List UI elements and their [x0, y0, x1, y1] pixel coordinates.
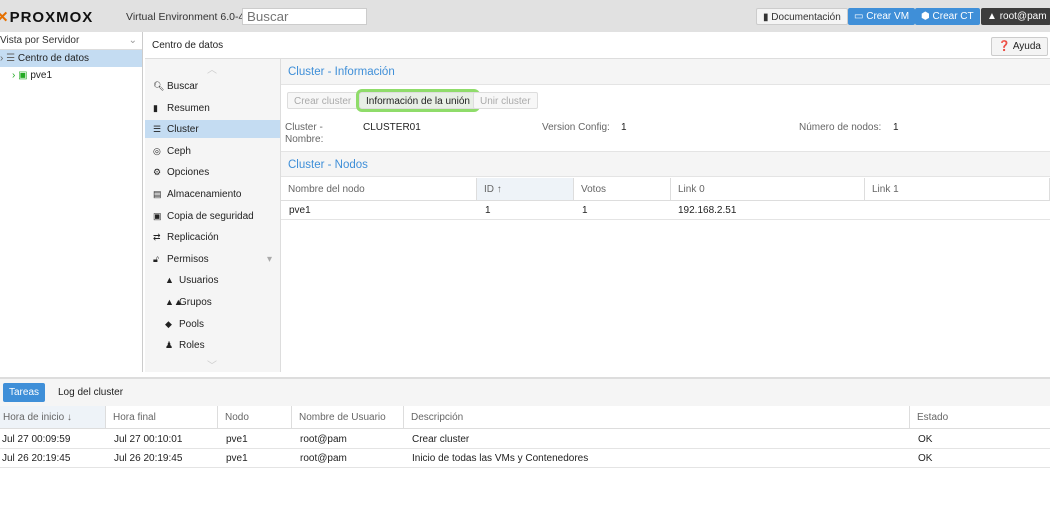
content-title: Centro de datos [152, 40, 224, 51]
user-menu-button[interactable]: ▲ root@pam [981, 8, 1050, 25]
content-header: Centro de datos ❓ Ayuda [145, 32, 1050, 59]
menu-item-grupos[interactable]: ▲▲Grupos [145, 293, 280, 311]
cell-user: root@pam [300, 453, 347, 464]
config-version-value: 1 [621, 122, 627, 133]
col-description[interactable]: Descripción [404, 406, 910, 429]
menu-item-backup[interactable]: ▣ Copia de seguridad [145, 207, 280, 225]
cell-link1 [865, 201, 879, 209]
col-id[interactable]: ID ↑ [477, 178, 574, 200]
cell-status: OK [918, 453, 933, 464]
table-row[interactable]: Jul 27 00:09:59 Jul 27 00:10:01 pve1 roo… [0, 430, 1050, 449]
retweet-icon: ⇄ [153, 232, 161, 242]
users-icon: ▲▲ [165, 297, 183, 307]
cell-description: Inicio de todas las VMs y Contenedores [412, 453, 589, 464]
join-cluster-button[interactable]: Unir cluster [473, 92, 538, 109]
chevron-down-icon: ⌄ [128, 35, 137, 46]
table-row[interactable]: pve1 1 1 192.168.2.51 [281, 201, 1050, 220]
create-ct-button[interactable]: ⬢ Crear CT [915, 8, 980, 25]
scroll-down-icon[interactable]: ﹀ [207, 357, 217, 372]
scroll-up-icon[interactable]: ︿ [207, 61, 217, 76]
cell-link0: 192.168.2.51 [678, 205, 737, 216]
database-icon: ▤ [153, 189, 162, 199]
male-icon: ♟ [165, 340, 174, 350]
col-user[interactable]: Nombre de Usuario [292, 406, 404, 429]
cell-node: pve1 [226, 434, 248, 445]
top-bar: ✕PROXMOX Virtual Environment 6.0-4 ▮ Doc… [0, 0, 1050, 32]
config-version-label: Version Config: [542, 122, 610, 133]
col-votes[interactable]: Votos [574, 178, 671, 200]
create-cluster-button[interactable]: Crear cluster [287, 92, 359, 109]
user-icon: ▲ [165, 275, 174, 285]
version-label: Virtual Environment 6.0-4 [126, 11, 245, 23]
cell-node: pve1 [226, 453, 248, 464]
floppy-icon: ▣ [153, 211, 162, 221]
menu-item-permisos[interactable]: 🔓︎ Permisos ▾ [145, 250, 280, 268]
menu-item-resumen[interactable]: ▮ Resumen [145, 99, 280, 117]
gear-icon: ⚙ [153, 167, 162, 177]
cell-id: 1 [485, 205, 491, 216]
unlock-icon: 🔓︎ [153, 254, 159, 264]
col-node[interactable]: Nodo [218, 406, 292, 429]
cell-description: Crear cluster [412, 434, 470, 445]
user-icon: ▲ [987, 11, 1000, 22]
tags-icon: ◆ [165, 319, 172, 329]
cell-start: Jul 26 20:19:45 [2, 453, 71, 464]
menu-item-buscar[interactable]: 🔍︎ Buscar [145, 77, 280, 95]
col-link1[interactable]: Link 1 [865, 178, 1050, 200]
log-panel: Tareas Log del cluster Hora de inicio ↓ … [0, 377, 1050, 525]
cell-start: Jul 27 00:09:59 [2, 434, 71, 445]
menu-item-opciones[interactable]: ⚙ Opciones [145, 163, 280, 181]
cell-end: Jul 27 00:10:01 [114, 434, 183, 445]
cluster-nodes-title: Cluster - Nodos [281, 151, 1050, 177]
monitor-icon: ▭ [854, 11, 867, 22]
book-icon: ▮ [153, 103, 158, 113]
create-vm-button[interactable]: ▭ Crear VM [848, 8, 916, 25]
tab-tasks[interactable]: Tareas [3, 383, 46, 402]
node-online-icon: › ▣ [12, 70, 31, 81]
cluster-name-label: Cluster - Nombre: [285, 122, 324, 145]
menu-item-usuarios[interactable]: ▲ Usuarios [145, 271, 280, 289]
tree-item-pve1[interactable]: › ▣ pve1 [0, 67, 142, 84]
col-status[interactable]: Estado [910, 406, 1050, 429]
resource-tree: Vista por Servidor ⌄ › ☰ Centro de datos … [0, 32, 143, 372]
search-input[interactable] [242, 8, 367, 25]
cell-user: root@pam [300, 434, 347, 445]
join-information-button[interactable]: Información de la unión [359, 92, 477, 109]
server-rack-icon: › ☰ [0, 53, 18, 64]
node-count-value: 1 [893, 122, 899, 133]
proxmox-logo: ✕PROXMOX [0, 9, 94, 26]
table-row[interactable]: Jul 26 20:19:45 Jul 26 20:19:45 pve1 roo… [0, 449, 1050, 468]
help-button[interactable]: ❓ Ayuda [991, 37, 1048, 56]
menu-item-roles[interactable]: ♟ Roles [145, 336, 280, 354]
cell-status: OK [918, 434, 933, 445]
menu-item-almacenamiento[interactable]: ▤ Almacenamiento [145, 185, 280, 203]
col-end-time[interactable]: Hora final [106, 406, 218, 429]
cluster-info-title: Cluster - Información [281, 59, 1050, 85]
col-node-name[interactable]: Nombre del nodo [281, 178, 477, 200]
cluster-name-value: CLUSTER01 [363, 122, 421, 133]
collapse-icon[interactable]: ▾ [267, 254, 272, 265]
server-icon: ☰ [153, 124, 162, 134]
documentation-button[interactable]: ▮ Documentación [756, 8, 848, 25]
cell-node: pve1 [289, 205, 311, 216]
search-icon: 🔍︎ [153, 81, 165, 91]
tab-cluster-log[interactable]: Log del cluster [58, 387, 123, 398]
cell-votes: 1 [582, 205, 588, 216]
col-link0[interactable]: Link 0 [671, 178, 865, 200]
menu-item-pools[interactable]: ◆ Pools [145, 315, 280, 333]
cell-end: Jul 26 20:19:45 [114, 453, 183, 464]
question-icon: ❓ [998, 41, 1013, 52]
cube-icon: ⬢ [921, 11, 933, 22]
menu-item-cluster[interactable]: ☰ Cluster [145, 120, 280, 138]
ceph-icon: ◎ [153, 146, 161, 156]
node-count-label: Número de nodos: [799, 122, 882, 133]
datacenter-menu: ︿ 🔍︎ Buscar ▮ Resumen ☰ Cluster ◎ Ceph ⚙ Opci… [145, 59, 281, 372]
log-tabbar [0, 379, 1050, 406]
tree-item-datacenter[interactable]: › ☰ Centro de datos [0, 50, 142, 67]
col-start-time[interactable]: Hora de inicio ↓ [0, 406, 106, 429]
menu-item-replicacion[interactable]: ⇄ Replicación [145, 228, 280, 246]
view-selector[interactable]: Vista por Servidor ⌄ [0, 32, 142, 50]
menu-item-ceph[interactable]: ◎ Ceph [145, 142, 280, 160]
